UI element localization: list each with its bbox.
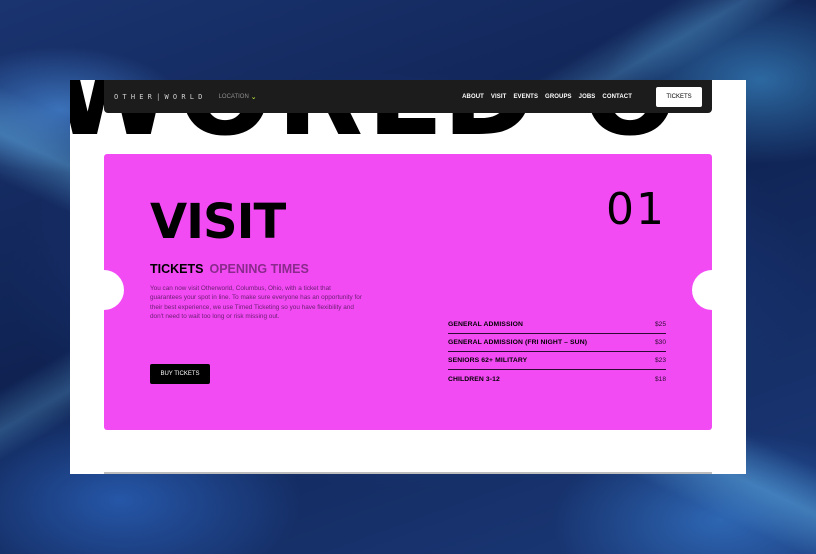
price-row: CHILDREN 3-12 $18 <box>448 370 666 388</box>
price-value: $18 <box>654 375 666 383</box>
site-logo[interactable]: OTHER|WORLD <box>114 93 207 101</box>
price-value: $30 <box>654 339 666 346</box>
visit-tabs: TICKETS OPENING TIMES <box>150 262 309 276</box>
price-name: CHILDREN 3-12 <box>448 375 500 383</box>
section-title: VISIT <box>150 194 286 250</box>
nav-contact[interactable]: CONTACT <box>602 94 632 100</box>
ticket-notch-left <box>84 270 124 310</box>
nav-events[interactable]: EVENTS <box>513 94 538 100</box>
price-value: $25 <box>654 321 666 328</box>
price-name: GENERAL ADMISSION <box>448 321 523 328</box>
price-row: SENIORS 62+ MILITARY $23 <box>448 352 666 370</box>
price-row: GENERAL ADMISSION (FRI NIGHT – SUN) $30 <box>448 334 666 352</box>
tickets-button[interactable]: TICKETS <box>656 86 702 107</box>
price-row: GENERAL ADMISSION $25 <box>448 316 666 334</box>
navbar: OTHER|WORLD LOCATION ⌄ ABOUT VISIT EVENT… <box>104 80 712 113</box>
nav-links: ABOUT VISIT EVENTS GROUPS JOBS CONTACT <box>462 94 632 100</box>
price-value: $23 <box>654 357 666 364</box>
nav-about[interactable]: ABOUT <box>462 94 484 100</box>
section-number: 01 <box>606 184 666 235</box>
chevron-down-icon: ⌄ <box>250 93 257 101</box>
website-screenshot: WORLD O OTHER|WORLD LOCATION ⌄ ABOUT VIS… <box>70 80 746 474</box>
price-list: GENERAL ADMISSION $25 GENERAL ADMISSION … <box>448 316 666 388</box>
price-name: GENERAL ADMISSION (FRI NIGHT – SUN) <box>448 339 588 346</box>
visit-description: You can now visit Otherworld, Columbus, … <box>150 285 362 320</box>
location-dropdown[interactable]: LOCATION ⌄ <box>219 93 257 101</box>
visit-card: VISIT 01 TICKETS OPENING TIMES You can n… <box>84 154 732 430</box>
price-name: SENIORS 62+ MILITARY <box>448 357 528 364</box>
tab-tickets[interactable]: TICKETS <box>150 262 203 276</box>
buy-tickets-button[interactable]: BUY TICKETS <box>150 364 210 384</box>
section-divider <box>104 472 712 474</box>
tab-opening-times[interactable]: OPENING TIMES <box>209 262 308 276</box>
nav-jobs[interactable]: JOBS <box>579 94 596 100</box>
nav-visit[interactable]: VISIT <box>491 94 507 100</box>
nav-groups[interactable]: GROUPS <box>545 94 572 100</box>
ticket-notch-right <box>692 270 732 310</box>
location-label: LOCATION <box>218 93 249 100</box>
